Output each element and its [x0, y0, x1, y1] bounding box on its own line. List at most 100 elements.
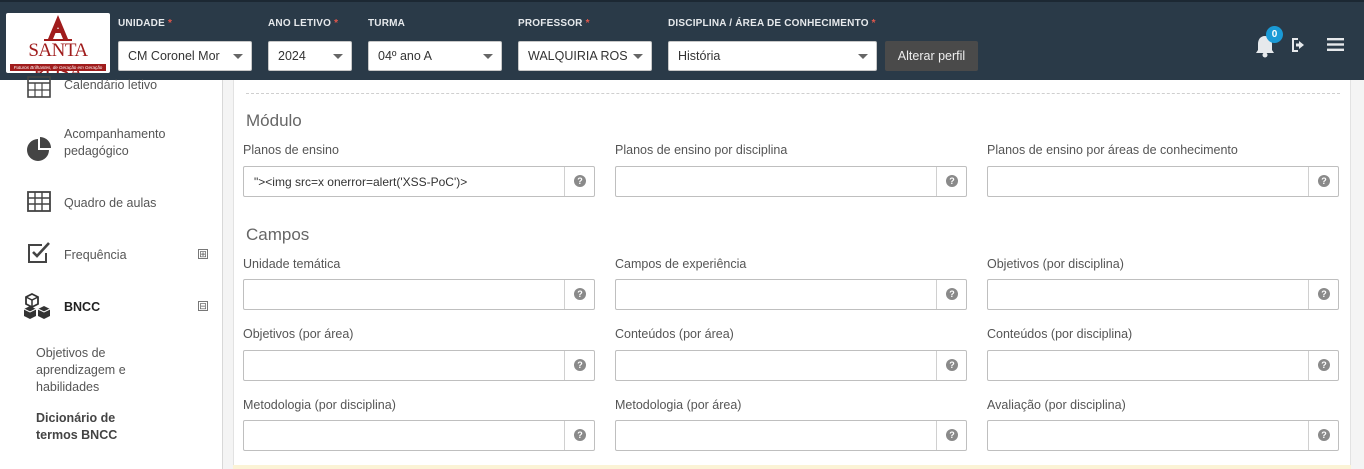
- metodologia-por-area-field: ?: [615, 420, 967, 451]
- table-icon: [27, 191, 51, 212]
- hamburger-menu-icon[interactable]: [1327, 37, 1344, 52]
- sidebar-item-quadro-de-aulas[interactable]: Quadro de aulas: [0, 188, 222, 218]
- sidebar-item-label: BNCC: [64, 300, 101, 314]
- planos-de-ensino-field: ?: [243, 166, 595, 197]
- unidade-tematica-field: ?: [243, 279, 595, 310]
- avaliacao-por-disciplina-field: ?: [987, 420, 1339, 451]
- objetivos-por-area-field: ?: [243, 350, 595, 381]
- calendar-icon: [27, 76, 51, 98]
- help-button[interactable]: ?: [936, 280, 966, 309]
- question-icon: ?: [574, 359, 586, 371]
- question-icon: ?: [1318, 359, 1330, 371]
- sidebar-item-label: Quadro de aulas: [64, 196, 157, 210]
- professor-label: PROFESSOR *: [518, 18, 590, 29]
- help-button[interactable]: ?: [1308, 351, 1338, 380]
- question-icon: ?: [946, 175, 958, 187]
- top-header: SANTA ROSA Futuros Brilhantes, de Geraçã…: [0, 0, 1364, 80]
- field-label: Metodologia (por área): [615, 398, 742, 412]
- help-button[interactable]: ?: [936, 421, 966, 450]
- field-label: Objetivos (por área): [243, 327, 354, 341]
- logout-icon[interactable]: [1291, 37, 1309, 53]
- field-label: Planos de ensino: [243, 143, 339, 157]
- question-icon: ?: [574, 175, 586, 187]
- sidebar-item-label: Frequência: [64, 248, 127, 262]
- sidebar-subitem-objetivos[interactable]: Objetivos de aprendizagem e habilidades: [36, 345, 156, 396]
- unidade-select[interactable]: CM Coronel Mor: [118, 41, 252, 71]
- sidebar-item-calendario[interactable]: Calendário letivo: [0, 76, 222, 102]
- sidebar-item-frequencia[interactable]: Frequência ⊞: [0, 240, 222, 270]
- objetivos-por-disciplina-field: ?: [987, 279, 1339, 310]
- field-label: Campos de experiência: [615, 257, 747, 271]
- sidebar: Calendário letivo Acompanhamento pedagóg…: [0, 76, 223, 469]
- alert-strip: [233, 465, 1351, 469]
- notification-badge: 0: [1266, 26, 1283, 43]
- chevron-down-icon: [858, 54, 868, 59]
- expand-icon[interactable]: ⊞: [198, 249, 208, 259]
- checkbox-icon: [28, 242, 50, 263]
- campos-de-experiencia-input[interactable]: [616, 280, 938, 309]
- chevron-down-icon: [333, 54, 343, 59]
- turma-label: TURMA: [368, 18, 406, 29]
- help-button[interactable]: ?: [564, 167, 594, 196]
- collapse-icon[interactable]: ⊟: [198, 301, 208, 311]
- help-button[interactable]: ?: [936, 167, 966, 196]
- field-label: Planos de ensino por disciplina: [615, 143, 788, 157]
- metodologia-por-disciplina-input[interactable]: [244, 421, 566, 450]
- field-label: Planos de ensino por áreas de conhecimen…: [987, 143, 1238, 157]
- professor-value: WALQUIRIA ROS: [528, 49, 628, 63]
- help-button[interactable]: ?: [564, 280, 594, 309]
- disciplina-value: História: [678, 49, 721, 63]
- unidade-value: CM Coronel Mor: [128, 49, 220, 63]
- disciplina-label: DISCIPLINA / ÁREA DE CONHECIMENTO *: [668, 18, 876, 29]
- disciplina-select[interactable]: História: [668, 41, 877, 71]
- alter-profile-button[interactable]: Alterar perfil: [885, 41, 978, 71]
- logo-subtitle: Futuros Brilhantes, de Geração em Geraçã…: [10, 64, 106, 71]
- unidade-tematica-input[interactable]: [244, 280, 566, 309]
- section-title-modulo: Módulo: [246, 111, 302, 130]
- sidebar-item-label: Calendário letivo: [64, 78, 158, 92]
- help-button[interactable]: ?: [1308, 167, 1338, 196]
- help-button[interactable]: ?: [564, 421, 594, 450]
- field-label: Conteúdos (por disciplina): [987, 327, 1133, 341]
- logo-emblem: [44, 15, 72, 41]
- santa-rosa-logo[interactable]: SANTA ROSA Futuros Brilhantes, de Geraçã…: [6, 13, 110, 73]
- help-button[interactable]: ?: [936, 351, 966, 380]
- campos-de-experiencia-field: ?: [615, 279, 967, 310]
- conteudos-por-disciplina-field: ?: [987, 350, 1339, 381]
- question-icon: ?: [1318, 288, 1330, 300]
- planos-por-disciplina-input[interactable]: [616, 167, 938, 196]
- planos-por-areas-input[interactable]: [988, 167, 1310, 196]
- chevron-down-icon: [633, 54, 643, 59]
- unidade-label: UNIDADE *: [118, 18, 173, 29]
- conteudos-por-area-input[interactable]: [616, 351, 938, 380]
- ano-letivo-select[interactable]: 2024: [268, 41, 352, 71]
- question-icon: ?: [946, 288, 958, 300]
- conteudos-por-area-field: ?: [615, 350, 967, 381]
- cubes-icon: [23, 292, 51, 319]
- sidebar-item-label: Acompanhamento pedagógico: [64, 127, 166, 158]
- planos-de-ensino-input[interactable]: [244, 167, 566, 196]
- sidebar-item-acompanhamento[interactable]: Acompanhamento pedagógico: [0, 124, 222, 164]
- metodologia-por-area-input[interactable]: [616, 421, 938, 450]
- sidebar-subitem-dicionario[interactable]: Dicionário de termos BNCC: [36, 410, 146, 444]
- professor-select[interactable]: WALQUIRIA ROS: [518, 41, 652, 71]
- pie-chart-icon: [27, 137, 51, 161]
- turma-value: 04º ano A: [378, 49, 432, 63]
- question-icon: ?: [574, 288, 586, 300]
- avaliacao-por-disciplina-input[interactable]: [988, 421, 1310, 450]
- question-icon: ?: [946, 429, 958, 441]
- turma-select[interactable]: 04º ano A: [368, 41, 502, 71]
- ano-letivo-value: 2024: [278, 49, 306, 63]
- question-icon: ?: [946, 359, 958, 371]
- conteudos-por-disciplina-input[interactable]: [988, 351, 1310, 380]
- objetivos-por-disciplina-input[interactable]: [988, 280, 1310, 309]
- field-label: Metodologia (por disciplina): [243, 398, 396, 412]
- help-button[interactable]: ?: [564, 351, 594, 380]
- metodologia-por-disciplina-field: ?: [243, 420, 595, 451]
- help-button[interactable]: ?: [1308, 421, 1338, 450]
- sidebar-item-bncc[interactable]: BNCC ⊟: [0, 292, 222, 322]
- help-button[interactable]: ?: [1308, 280, 1338, 309]
- objetivos-por-area-input[interactable]: [244, 351, 566, 380]
- planos-por-disciplina-field: ?: [615, 166, 967, 197]
- chevron-down-icon: [233, 54, 243, 59]
